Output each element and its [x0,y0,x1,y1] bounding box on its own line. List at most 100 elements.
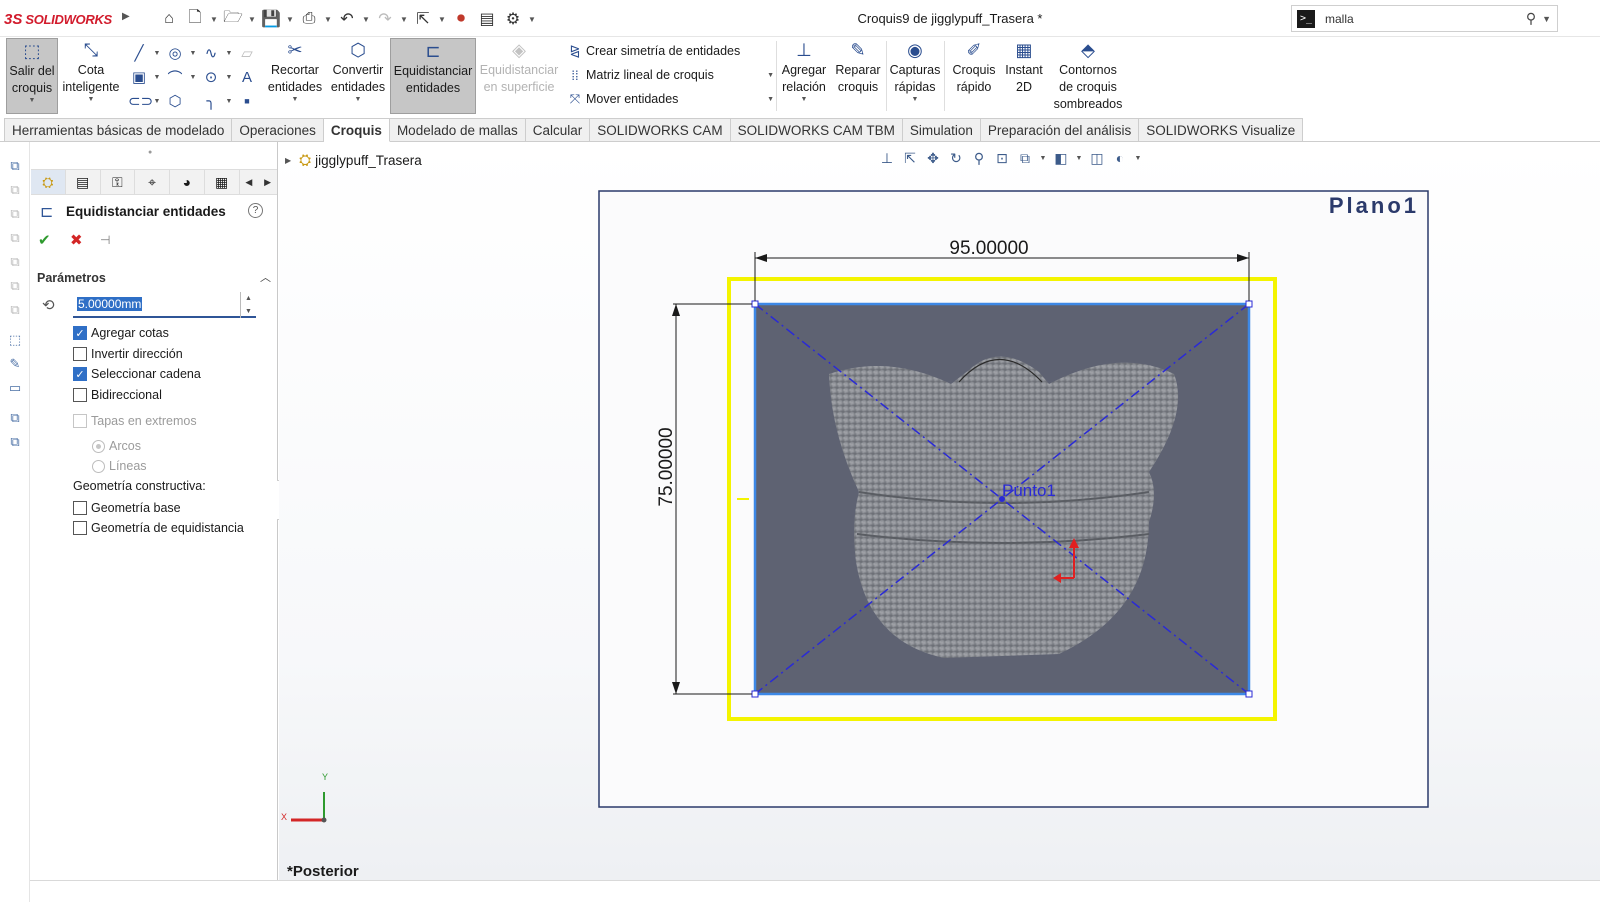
reverse-direction-checkbox[interactable] [73,347,87,361]
tab-solidworks-cam-tbm[interactable]: SOLIDWORKS CAM TBM [730,118,903,142]
fillet-icon[interactable]: ╮ [200,92,222,110]
quick-snaps-button[interactable]: ◉ Capturas rápidas ▼ [888,38,942,114]
offset-on-surface-button[interactable]: ◈ Equidistanciar en superficie [478,38,560,114]
tab-solidworks-visualize[interactable]: SOLIDWORKS Visualize [1139,118,1304,142]
parameters-section-header[interactable]: Parámetros ︿ [37,268,273,290]
move-entities-button[interactable]: ⤧ Mover entidades ▼ [564,87,774,111]
add-relation-dropdown-icon[interactable]: ▼ [801,96,808,104]
exit-sketch-button[interactable]: ⬚ Salir del croquis ▼ [6,38,58,114]
bidirectional-checkbox[interactable] [73,388,87,402]
select-chain-checkbox[interactable]: ✓ [73,367,87,381]
offset-distance-input[interactable]: 5.00000mm ▲ ▼ [73,292,256,318]
sketch-tool-icon[interactable]: ▭ [6,379,24,397]
line-icon[interactable]: ╱ [128,44,150,62]
add-dimensions-option[interactable]: ✓ Agregar cotas [73,324,169,342]
spin-up-icon[interactable]: ▲ [245,295,252,302]
convert-entities-button[interactable]: ⬡ Convertir entidades ▼ [327,38,389,114]
search-dropdown-icon[interactable]: ▼ [1542,14,1551,24]
corner-point[interactable] [751,690,759,698]
linear-pattern-dropdown-icon[interactable]: ▼ [767,72,774,79]
ok-check-icon[interactable]: ✔ [38,231,51,249]
select-dropdown-icon[interactable]: ▼ [436,7,448,31]
graphics-area[interactable]: ▶ ⛭ jigglypuff_Trasera ⊥ ⇱ ✥ ↻ ⚲ ⊡ ⧉ ▼ ◧ ▼… [279,142,1600,880]
corner-point[interactable] [751,300,759,308]
sketch-tool-icon[interactable]: ⬚ [6,331,24,349]
corner-point[interactable] [1245,300,1253,308]
rectangle-dropdown-icon[interactable]: ▼ [150,74,164,81]
vertical-dimension-value[interactable]: 75.00000 [656,427,677,506]
sketch-tool-icon[interactable]: ⧉ [6,433,24,451]
bidirectional-option[interactable]: Bidireccional [73,386,162,404]
line-dropdown-icon[interactable]: ▼ [150,50,164,57]
menu-expand-icon[interactable]: ▶ [122,11,130,22]
tabs-scroll-left-icon[interactable]: ◀ [240,170,259,194]
offset-distance-value[interactable]: 5.00000mm [77,297,143,311]
tab-features[interactable]: Operaciones [232,118,324,142]
new-document-icon[interactable]: 🗋 [182,7,208,31]
slot-dropdown-icon[interactable]: ▼ [150,98,164,105]
home-icon[interactable]: ⌂ [156,7,182,31]
arc-dropdown-icon[interactable]: ▼ [186,74,200,81]
point-icon[interactable]: ■ [236,96,258,106]
print-dropdown-icon[interactable]: ▼ [322,7,334,31]
undo-icon[interactable]: ↶ [334,7,360,31]
help-icon[interactable]: ? [248,203,263,218]
feature-manager-tab-icon[interactable]: ⛭ [31,170,66,194]
quick-snaps-dropdown-icon[interactable]: ▼ [912,96,919,104]
sketch-tool-icon[interactable]: ⧉ [6,157,24,175]
display-manager-tab-icon[interactable]: ◕ [170,170,205,194]
move-dropdown-icon[interactable]: ▼ [767,96,774,103]
add-dimensions-checkbox[interactable]: ✓ [73,326,87,340]
spline-dropdown-icon[interactable]: ▼ [222,50,236,57]
text-icon[interactable]: A [236,69,258,86]
trim-entities-button[interactable]: ✂ Recortar entidades ▼ [266,38,324,114]
circle-icon[interactable]: ◎ [164,44,186,62]
trim-dropdown-icon[interactable]: ▼ [292,96,299,104]
horizontal-dimension-value[interactable]: 95.00000 [949,238,1028,259]
repair-sketch-button[interactable]: ✎ Reparar croquis [832,38,884,114]
base-geometry-checkbox[interactable] [73,501,87,515]
save-dropdown-icon[interactable]: ▼ [284,7,296,31]
cam-manager-tab-icon[interactable]: ▦ [205,170,240,194]
sketch-tool-icon[interactable]: ⧉ [6,409,24,427]
corner-point[interactable] [1245,690,1253,698]
add-relation-button[interactable]: ⊥ Agregar relación ▼ [778,38,830,114]
offset-geometry-checkbox[interactable] [73,521,87,535]
hexagon-icon[interactable]: ⬡ [164,92,186,110]
select-chain-option[interactable]: ✓ Seleccionar cadena [73,365,201,383]
smart-dimension-dropdown-icon[interactable]: ▼ [88,96,95,104]
polygon-icon[interactable]: ⊙ [200,68,222,86]
rectangle-icon[interactable]: ▣ [128,68,150,86]
solidworks-logo[interactable]: 3S SOLIDWORKS [4,8,112,30]
convert-dropdown-icon[interactable]: ▼ [355,96,362,104]
spin-down-icon[interactable]: ▼ [245,308,252,315]
redo-dropdown-icon[interactable]: ▼ [398,7,410,31]
command-search-box[interactable]: >_ malla ⚲ ▼ [1291,5,1558,32]
spline-icon[interactable]: ∿ [200,44,222,62]
dimxpert-manager-tab-icon[interactable]: ⌖ [135,170,170,194]
tab-simulation[interactable]: Simulation [902,118,981,142]
tab-basic-modeling[interactable]: Herramientas básicas de modelado [4,118,233,142]
reverse-direction-option[interactable]: Invertir dirección [73,345,183,363]
tabs-scroll-right-icon[interactable]: ▶ [258,170,277,194]
slot-icon[interactable]: ⊂⊃ [128,92,153,110]
polygon-dropdown-icon[interactable]: ▼ [222,74,236,81]
select-pointer-icon[interactable]: ⇱ [410,7,436,31]
mirror-entities-button[interactable]: ⧎ Crear simetría de entidades [564,39,774,63]
circle-dropdown-icon[interactable]: ▼ [186,50,200,57]
rapid-sketch-button[interactable]: ✐ Croquis rápido [948,38,1000,114]
property-manager-tab-icon[interactable]: ▤ [66,170,101,194]
tab-solidworks-cam[interactable]: SOLIDWORKS CAM [590,118,731,142]
search-icon[interactable]: ⚲ [1526,10,1536,27]
print-icon[interactable]: ⎙ [296,7,322,31]
smart-dimension-button[interactable]: ⤡ Cota inteligente ▼ [60,38,122,114]
sketch-canvas[interactable]: Plano1 Punto1 95.00000 75.00000 Y X [279,142,1600,880]
open-folder-icon[interactable]: 🗁 [220,7,246,31]
exit-sketch-dropdown-icon[interactable]: ▼ [29,97,36,105]
pin-icon[interactable]: ⊣ [100,233,110,247]
sketch-tool-icon[interactable]: ✎ [6,355,24,373]
arc-icon[interactable]: ⌒ [164,67,186,88]
instant-2d-button[interactable]: ▦ Instant 2D [1000,38,1048,114]
distance-spinner[interactable]: ▲ ▼ [240,292,256,318]
offset-entities-button[interactable]: ⊏ Equidistanciar entidades [390,38,476,114]
